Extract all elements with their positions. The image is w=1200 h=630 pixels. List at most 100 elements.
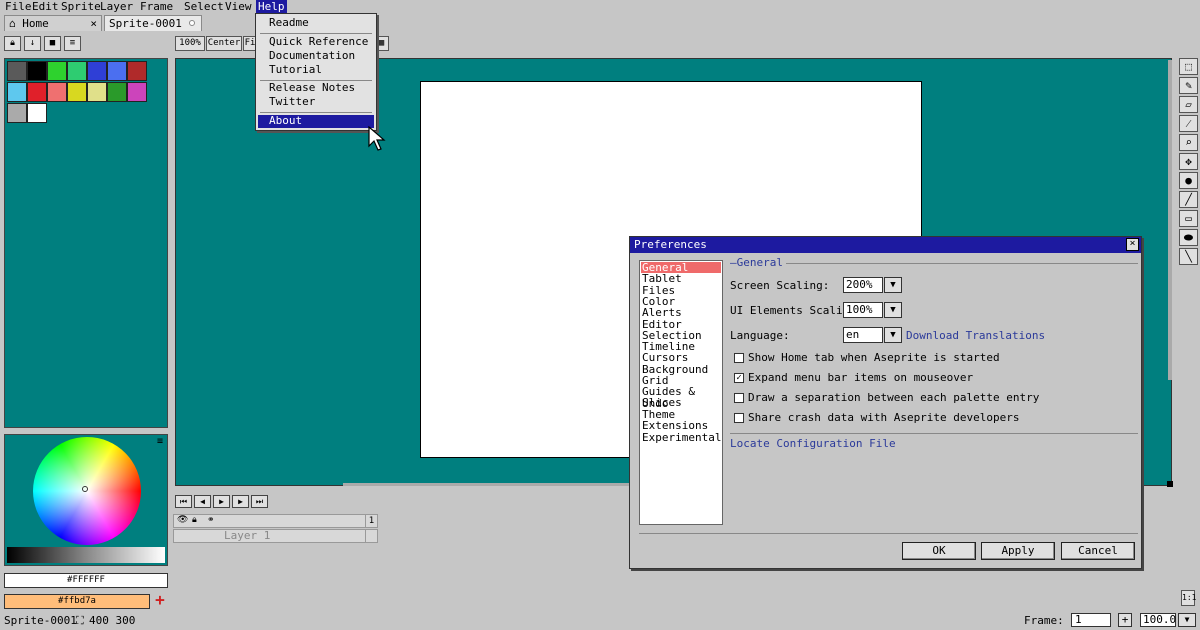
zoom-icon[interactable]: ⌕ bbox=[1179, 134, 1198, 151]
palette-swatch[interactable] bbox=[27, 103, 47, 123]
zoom-button[interactable]: 100% bbox=[175, 36, 205, 51]
fill-icon[interactable]: ● bbox=[1179, 172, 1198, 189]
add-color-icon[interactable]: + bbox=[152, 591, 168, 609]
center-button[interactable]: Center bbox=[206, 36, 242, 51]
download-translations-link[interactable]: Download Translations bbox=[906, 329, 1045, 342]
expand-menu-checkbox[interactable]: ✓ bbox=[734, 373, 744, 383]
lock-layer-icon[interactable]: 🔒︎ bbox=[192, 515, 197, 525]
apply-button[interactable]: Apply bbox=[981, 542, 1055, 560]
menu-help[interactable]: Help bbox=[256, 0, 287, 14]
menu-sprite[interactable]: Sprite bbox=[59, 0, 103, 14]
menu-item-twitter[interactable]: Twitter bbox=[258, 96, 374, 109]
first-frame-icon[interactable]: ⏮ bbox=[175, 495, 192, 508]
palette-swatch[interactable] bbox=[127, 82, 147, 102]
preferences-section-item[interactable]: Extensions bbox=[641, 420, 721, 431]
palette-swatch[interactable] bbox=[47, 61, 67, 81]
zoom-input[interactable]: 100.0 bbox=[1140, 613, 1176, 627]
last-frame-icon[interactable]: ⏭ bbox=[251, 495, 268, 508]
eraser-icon[interactable]: ▱ bbox=[1179, 96, 1198, 113]
preferences-section-item[interactable]: Experimental bbox=[641, 432, 721, 443]
cancel-button[interactable]: Cancel bbox=[1061, 542, 1135, 560]
next-frame-icon[interactable]: ▶ bbox=[232, 495, 249, 508]
menu-item-readme[interactable]: Readme bbox=[258, 17, 374, 30]
move-icon[interactable]: ✥ bbox=[1179, 153, 1198, 170]
lock-icon[interactable]: 🔒︎ bbox=[4, 36, 21, 51]
visibility-icon[interactable]: 👁︎ bbox=[177, 515, 188, 525]
chevron-down-icon[interactable]: ▼ bbox=[884, 277, 902, 293]
spray-icon[interactable]: ╲ bbox=[1179, 248, 1198, 265]
preferences-section-item[interactable]: Tablet bbox=[641, 273, 721, 284]
palette-swatch[interactable] bbox=[107, 61, 127, 81]
line-icon[interactable]: ╱ bbox=[1179, 191, 1198, 208]
rectangle-icon[interactable]: ▭ bbox=[1179, 210, 1198, 227]
palette-options-icon[interactable]: ≡ bbox=[64, 36, 81, 51]
menu-item-quick-reference[interactable]: Quick Reference bbox=[258, 36, 374, 49]
palette-swatch[interactable] bbox=[47, 82, 67, 102]
save-palette-icon[interactable]: ■ bbox=[44, 36, 61, 51]
palette-swatch[interactable] bbox=[67, 61, 87, 81]
tab-home[interactable]: ⌂ Home × bbox=[4, 15, 102, 31]
preferences-section-item[interactable]: Guides & Slices bbox=[641, 386, 721, 408]
menu-item-about[interactable]: About bbox=[258, 115, 374, 128]
palette-swatch[interactable] bbox=[27, 82, 47, 102]
wheel-options-icon[interactable]: ≡ bbox=[157, 436, 163, 447]
menu-frame[interactable]: Frame bbox=[138, 0, 175, 14]
palette-swatch[interactable] bbox=[7, 82, 27, 102]
value-gradient[interactable] bbox=[7, 547, 165, 563]
tab-close-icon[interactable]: × bbox=[90, 16, 97, 31]
preferences-section-item[interactable]: Undo bbox=[641, 398, 721, 409]
layer-row[interactable]: Layer 1 bbox=[173, 529, 378, 543]
share-crash-checkbox[interactable] bbox=[734, 413, 744, 423]
link-icon[interactable]: ⚭ bbox=[207, 515, 215, 525]
palette-swatch[interactable] bbox=[87, 82, 107, 102]
zoom-dropdown-icon[interactable]: ▼ bbox=[1178, 613, 1196, 627]
add-frame-button[interactable]: + bbox=[1118, 613, 1132, 627]
palette-swatch[interactable] bbox=[87, 61, 107, 81]
ok-button[interactable]: OK bbox=[902, 542, 976, 560]
marquee-icon[interactable]: ⬚ bbox=[1179, 58, 1198, 75]
menu-item-documentation[interactable]: Documentation bbox=[258, 50, 374, 63]
preferences-section-item[interactable]: Alerts bbox=[641, 307, 721, 318]
palette-swatch[interactable] bbox=[107, 82, 127, 102]
menu-view[interactable]: View bbox=[223, 0, 254, 14]
menu-edit[interactable]: Edit bbox=[30, 0, 61, 14]
background-color-field[interactable]: #ffbd7a bbox=[4, 594, 150, 609]
prev-frame-icon[interactable]: ◀ bbox=[194, 495, 211, 508]
menu-item-release-notes[interactable]: Release Notes bbox=[258, 82, 374, 95]
locate-config-link[interactable]: Locate Configuration File bbox=[730, 437, 896, 450]
pencil-icon[interactable]: ✎ bbox=[1179, 77, 1198, 94]
palette-swatch[interactable] bbox=[27, 61, 47, 81]
cel-icon[interactable] bbox=[365, 529, 378, 543]
show-home-checkbox[interactable] bbox=[734, 353, 744, 363]
vertical-scrollbar[interactable] bbox=[1168, 60, 1172, 380]
ellipse-icon[interactable]: ⬬ bbox=[1179, 229, 1198, 246]
ui-scaling-select[interactable]: 100% bbox=[843, 302, 883, 318]
screen-scaling-select[interactable]: 200% bbox=[843, 277, 883, 293]
palette-separation-checkbox[interactable] bbox=[734, 393, 744, 403]
play-icon[interactable]: ▶ bbox=[213, 495, 230, 508]
sort-icon[interactable]: ↓ bbox=[24, 36, 41, 51]
preferences-section-item[interactable]: Files bbox=[641, 285, 721, 296]
zoom-1-1-icon[interactable]: 1:1 bbox=[1181, 590, 1196, 606]
chevron-down-icon[interactable]: ▼ bbox=[884, 327, 902, 343]
frame-input[interactable]: 1 bbox=[1071, 613, 1111, 627]
menu-item-tutorial[interactable]: Tutorial bbox=[258, 64, 374, 77]
tab-sprite[interactable]: Sprite-0001 bbox=[104, 15, 202, 31]
close-icon[interactable]: × bbox=[1126, 238, 1139, 251]
preferences-section-item[interactable]: Editor bbox=[641, 319, 721, 330]
layer-name[interactable]: Layer 1 bbox=[224, 530, 270, 542]
horizontal-scrollbar[interactable] bbox=[343, 483, 643, 486]
eyedropper-icon[interactable]: ⁄ bbox=[1179, 115, 1198, 132]
frame-number[interactable]: 1 bbox=[365, 514, 378, 528]
palette-swatch[interactable] bbox=[127, 61, 147, 81]
chevron-down-icon[interactable]: ▼ bbox=[884, 302, 902, 318]
palette-swatch[interactable] bbox=[7, 103, 27, 123]
palette-swatch[interactable] bbox=[67, 82, 87, 102]
foreground-color-field[interactable]: #FFFFFF bbox=[4, 573, 168, 588]
language-select[interactable]: en bbox=[843, 327, 883, 343]
menu-layer[interactable]: Layer bbox=[98, 0, 135, 14]
menu-file[interactable]: File bbox=[3, 0, 34, 14]
palette-swatch[interactable] bbox=[7, 61, 27, 81]
menu-select[interactable]: Select bbox=[182, 0, 226, 14]
preferences-section-item[interactable]: Cursors bbox=[641, 352, 721, 363]
